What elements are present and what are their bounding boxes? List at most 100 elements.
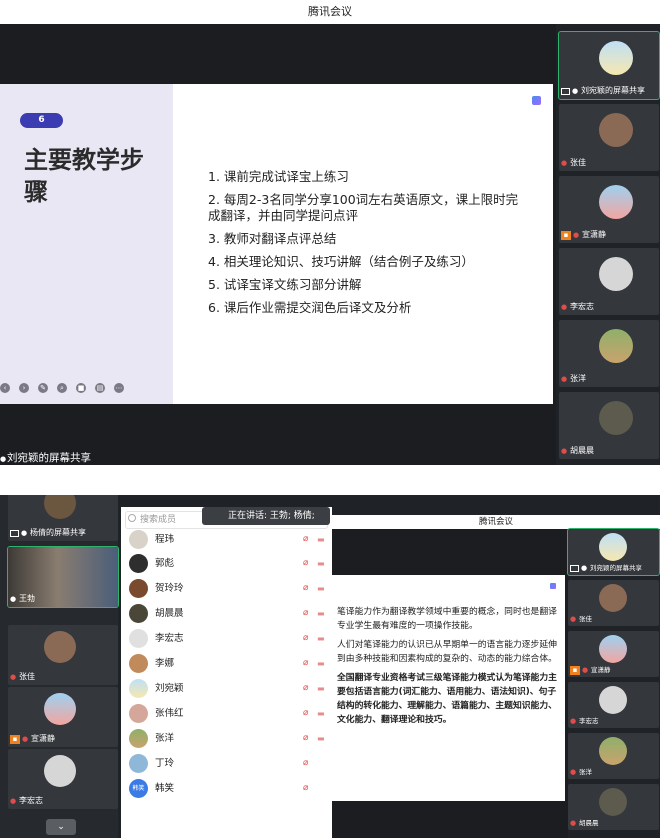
member-row[interactable]: 刘宛颖 ⌀ ▬ [127,678,327,700]
avatar [129,654,148,673]
mic-off-icon: ● [22,734,29,743]
participant-tile[interactable]: ● 李宏志 [568,682,659,728]
participant-tile[interactable]: ● 张佳 [568,580,659,626]
participant-tile[interactable]: ▪ ● 宣潇静 [8,687,118,747]
camera-off-icon[interactable]: ▬ [317,634,327,643]
camera-icon: ▪ [561,230,571,240]
participant-tile[interactable]: ● 李宏志 [8,749,118,809]
camera-off-icon[interactable]: ▬ [317,584,327,593]
slide-title-panel [0,84,173,404]
next-icon[interactable]: › [19,383,29,393]
mic-off-icon[interactable]: ⌀ [303,758,313,769]
mic-off-icon[interactable]: ⌀ [303,708,313,719]
participant-tile[interactable]: ● 胡晨晨 [568,784,659,830]
mic-icon: ● [0,455,7,463]
member-row[interactable]: 程玮 ⌀ ▬ [127,529,327,551]
member-row[interactable]: 张伟红 ⌀ ▬ [127,703,327,725]
avatar [129,729,148,748]
participant-tile[interactable]: ● 刘宛颖的屏幕共享 [567,528,660,576]
mic-off-icon[interactable]: ⌀ [303,633,313,644]
avatar [599,257,633,291]
top-meeting-window: 腾讯会议 6 主要教学步骤 1. 课前完成试译宝上练习 2. 每周2-3名同学分… [0,0,660,465]
camera-off-icon[interactable]: ▬ [317,559,327,568]
slide-paragraph: 人们对笔译能力的认识已从早期单一的语言能力逐步延伸到由多种技能和因素构成的复杂的… [337,640,557,664]
avatar [599,788,627,816]
avatar [44,495,76,519]
avatar [129,604,148,623]
mic-off-icon[interactable]: ⌀ [303,683,313,694]
camera-off-icon[interactable]: ▬ [317,684,327,693]
pen-icon[interactable]: ✎ [38,383,48,393]
mic-off-icon: ● [582,665,589,674]
participant-tile[interactable]: ● 李宏志 [559,248,659,315]
shared-slide: 6 主要教学步骤 1. 课前完成试译宝上练习 2. 每周2-3名同学分享100词… [0,84,553,404]
scroll-down-button[interactable]: ⌄ [46,819,76,835]
member-row[interactable]: 李娜 ⌀ ▬ [127,653,327,675]
shared-slide: 笔译能力作为翻译教学领域中重要的概念，同时也是翻译专业学生最有难度的一项操作技能… [332,575,565,801]
mic-off-icon: ● [570,614,577,623]
camera-off-icon[interactable]: ▬ [317,659,327,668]
slide-step-list: 1. 课前完成试译宝上练习 2. 每周2-3名同学分享100词左右英语原文，课上… [208,169,528,323]
avatar [129,579,148,598]
member-row[interactable]: 韩笑 韩笑 ⌀ [127,778,327,800]
participant-tile[interactable]: ▪ ● 宣潇静 [568,631,659,677]
participant-tile[interactable]: ● 张佳 [8,625,118,685]
avatar [129,704,148,723]
screen-share-label: ●刘宛颖的屏幕共享 [0,451,95,465]
mic-off-icon[interactable]: ⌀ [303,658,313,669]
list-item: 6. 课后作业需提交润色后译文及分析 [208,300,412,315]
member-row[interactable]: 胡晨晨 ⌀ ▬ [127,603,327,625]
avatar [599,113,633,147]
slide-body: 笔译能力作为翻译教学领域中重要的概念，同时也是翻译专业学生最有难度的一项操作技能… [337,605,559,732]
participant-tile[interactable]: ● 胡晨晨 [559,392,659,459]
avatar [599,686,627,714]
mic-icon: ● [581,563,588,572]
slide-title: 主要教学步骤 [24,146,144,206]
camera-off-icon[interactable]: ▬ [317,734,327,743]
camera-off-icon[interactable]: ▬ [317,709,327,718]
camera-off-icon[interactable]: ▬ [317,535,327,544]
mic-off-icon[interactable]: ⌀ [303,558,313,569]
participant-tile[interactable]: ● 张佳 [559,104,659,171]
member-row[interactable]: 李宏志 ⌀ ▬ [127,628,327,650]
participant-tile[interactable]: ● 张洋 [559,320,659,387]
prev-icon[interactable]: ‹ [0,383,10,393]
mic-off-icon: ● [561,158,568,167]
participant-tile[interactable]: ● 张洋 [568,733,659,779]
list-item: 1. 课前完成试译宝上练习 [208,169,349,184]
zoom-icon[interactable]: ⌕ [57,383,67,393]
camera-icon[interactable]: ■ [76,383,86,393]
mic-off-icon[interactable]: ⌀ [303,608,313,619]
mic-off-icon: ● [561,446,568,455]
participant-tile[interactable]: ● 刘宛颖的屏幕共享 [558,31,660,100]
mic-off-icon[interactable]: ⌀ [303,733,313,744]
mic-off-icon[interactable]: ⌀ [303,534,313,545]
subtitle-icon[interactable]: ▤ [95,383,105,393]
participant-tile[interactable]: ● 杨倩的屏幕共享 [8,495,118,541]
more-icon[interactable]: ⋯ [114,383,124,393]
camera-off-icon[interactable]: ▬ [317,609,327,618]
avatar [599,401,633,435]
avatar [129,554,148,573]
member-row[interactable]: 贺玲玲 ⌀ ▬ [127,578,327,600]
list-item: 3. 教师对翻译点评总结 [208,231,337,246]
bottom-meeting-window: ● 杨倩的屏幕共享 ● 王勃 ● 张佳 ▪ ● 宣潇静 ● 李宏志 ⌄ 搜索成员 程玮 ⌀ ▬ … [0,495,660,838]
mic-off-icon: ● [561,374,568,383]
window-title: 腾讯会议 [0,0,660,24]
participant-tile[interactable]: ● 王勃 [7,546,119,608]
speaking-indicator: 正在讲话: 王勃; 杨倩; [202,507,330,525]
member-list-panel: 搜索成员 程玮 ⌀ ▬ 郭彪 ⌀ ▬ 贺玲玲 ⌀ ▬ 胡晨晨 ⌀ ▬ 李宏志 ⌀ ▬ 李娜 ⌀ ▬ 刘宛… [121,507,332,838]
window-title: 腾讯会议 [332,515,660,529]
member-row[interactable]: 张洋 ⌀ ▬ [127,728,327,750]
mic-off-icon[interactable]: ⌀ [303,783,313,794]
camera-icon: ▪ [10,734,20,744]
mic-off-icon[interactable]: ⌀ [303,583,313,594]
member-row[interactable]: 郭彪 ⌀ ▬ [127,553,327,575]
app-logo-icon [550,583,556,589]
participant-strip-right: ● 刘宛颖的屏幕共享 ● 张佳 ▪ ● 宣潇静 ● 李宏志 ● 张洋 ● 胡晨晨 [567,528,660,838]
avatar [599,635,627,663]
avatar [599,584,627,612]
participant-strip: ● 刘宛颖的屏幕共享 ● 张佳 ▪ ● 宣潇静 ● 李宏志 ● 张洋 ● 胡晨晨 [558,31,660,462]
member-row[interactable]: 丁玲 ⌀ [127,753,327,775]
participant-tile[interactable]: ▪ ● 宣潇静 [559,176,659,243]
